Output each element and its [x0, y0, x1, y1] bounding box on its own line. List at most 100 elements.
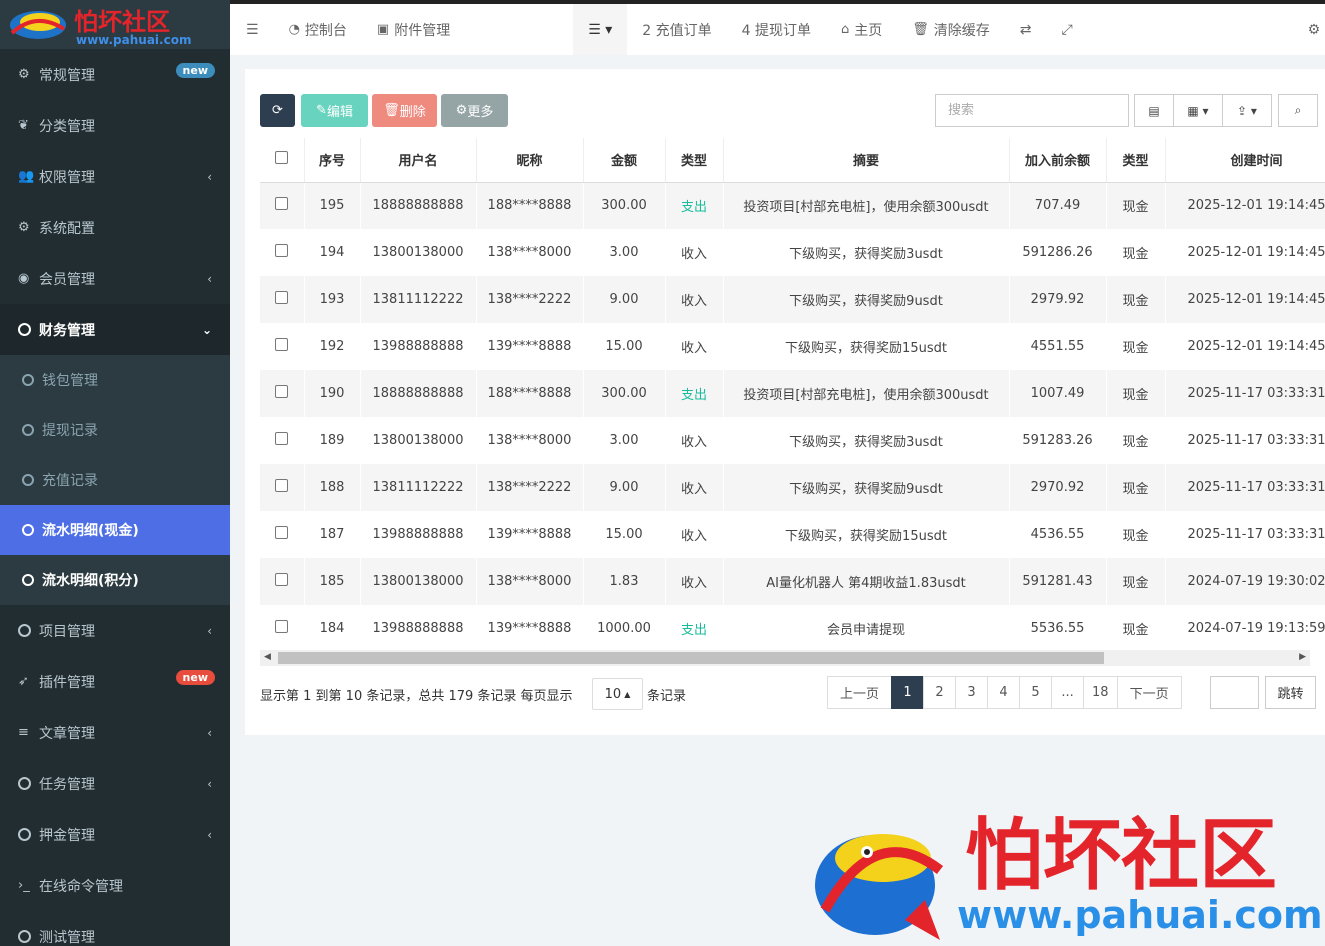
table-row[interactable]: 195 18888888888 188****8888 300.00 支出 投资项目[村部…: [260, 182, 1325, 229]
row-checkbox[interactable]: [275, 479, 289, 492]
column-header[interactable]: 类型: [665, 138, 724, 183]
sidebar-item-7[interactable]: ➶ 插件管理 new: [0, 656, 230, 707]
row-checkbox[interactable]: [275, 338, 289, 351]
select-all-checkbox[interactable]: [275, 151, 289, 165]
sidebar: 怕坏社区 www.pahuai.com ⚙ 常规管理 new ❦ 分类管理 👥 权限管理 ‹ ⚙…: [0, 0, 230, 946]
columns-button[interactable]: ▦ ▾: [1173, 94, 1223, 127]
table-row[interactable]: 189 13800138000 138****8000 3.00 收入 下级购买，获得奖励…: [260, 417, 1325, 464]
row-checkbox[interactable]: [275, 291, 289, 304]
sidebar-item-10[interactable]: 押金管理 ‹: [0, 809, 230, 860]
table-row[interactable]: 194 13800138000 138****8000 3.00 收入 下级购买，获得奖励…: [260, 229, 1325, 276]
row-checkbox-cell[interactable]: [260, 511, 305, 558]
row-checkbox[interactable]: [275, 385, 289, 398]
export-button[interactable]: ⇪ ▾: [1222, 94, 1272, 127]
page-button[interactable]: 4: [987, 676, 1021, 709]
sidebar-item-6[interactable]: 项目管理 ‹: [0, 605, 230, 656]
table-cell: 现金: [1106, 229, 1166, 276]
toggle-view-button[interactable]: ▤: [1134, 94, 1174, 127]
page-button[interactable]: 5: [1019, 676, 1053, 709]
search-button[interactable]: ⌕: [1278, 94, 1318, 127]
delete-button[interactable]: 🗑 删除: [372, 94, 437, 127]
row-checkbox[interactable]: [275, 244, 289, 257]
sidebar-item-9[interactable]: 任务管理 ‹: [0, 758, 230, 809]
row-checkbox[interactable]: [275, 197, 289, 211]
horizontal-scrollbar[interactable]: ◀ ▶: [260, 650, 1310, 666]
row-checkbox-cell[interactable]: [260, 464, 305, 511]
recharge-orders-link[interactable]: 2 充值订单: [627, 4, 726, 55]
sidebar-item-2[interactable]: 👥 权限管理 ‹: [0, 151, 230, 202]
column-header[interactable]: 金额: [583, 138, 666, 183]
scroll-right-icon[interactable]: ▶: [1299, 652, 1306, 662]
scroll-left-icon[interactable]: ◀: [264, 652, 271, 662]
row-checkbox[interactable]: [275, 573, 289, 586]
more-button[interactable]: ⚙ 更多: [441, 94, 508, 127]
row-checkbox-cell[interactable]: [260, 182, 305, 229]
sidebar-item-8[interactable]: ≡ 文章管理 ‹: [0, 707, 230, 758]
submenu-item-3[interactable]: 流水明细(现金): [0, 505, 230, 555]
table-row[interactable]: 185 13800138000 138****8000 1.83 收入 AI量化机器人 第…: [260, 558, 1325, 605]
table-row[interactable]: 184 13988888888 139****8888 1000.00 支出 会员申请提现…: [260, 605, 1325, 650]
refresh-button[interactable]: ⟳: [260, 94, 295, 127]
search-input[interactable]: [935, 94, 1129, 127]
withdraw-orders-link[interactable]: 4 提现订单: [727, 4, 826, 55]
multitab-menu-button[interactable]: ☰ ▾: [573, 4, 628, 55]
row-checkbox-cell[interactable]: [260, 417, 305, 464]
table-row[interactable]: 187 13988888888 139****8888 15.00 收入 下级购买，获得奖…: [260, 511, 1325, 558]
row-checkbox-cell[interactable]: [260, 558, 305, 605]
sidebar-item-5[interactable]: 财务管理 ⌄: [0, 304, 230, 355]
column-header[interactable]: 序号: [304, 138, 361, 183]
table-cell: 现金: [1106, 417, 1166, 464]
sidebar-item-3[interactable]: ⚙ 系统配置: [0, 202, 230, 253]
language-button[interactable]: ⇄: [1005, 4, 1047, 55]
hamburger-icon: ☰: [246, 21, 259, 38]
clear-cache-button[interactable]: 🗑 清除缓存: [897, 4, 1005, 55]
home-link[interactable]: ⌂ 主页: [826, 4, 897, 55]
column-header[interactable]: 创建时间: [1165, 138, 1325, 183]
tab-attachments[interactable]: ▣ 附件管理: [362, 4, 465, 55]
sidebar-item-12[interactable]: 测试管理: [0, 911, 230, 946]
submenu-item-4[interactable]: 流水明细(积分): [0, 555, 230, 605]
page-button[interactable]: ...: [1051, 676, 1085, 709]
sidebar-item-11[interactable]: ›_ 在线命令管理: [0, 860, 230, 911]
row-checkbox[interactable]: [275, 526, 289, 539]
logo[interactable]: 怕坏社区 www.pahuai.com: [0, 0, 230, 49]
row-checkbox-cell[interactable]: [260, 370, 305, 417]
table-row[interactable]: 192 13988888888 139****8888 15.00 收入 下级购买，获得奖…: [260, 323, 1325, 370]
row-checkbox[interactable]: [275, 620, 289, 633]
tab-dashboard[interactable]: ◔ 控制台: [274, 4, 362, 55]
page-size-select[interactable]: 10 ▲: [592, 678, 643, 710]
submenu-item-1[interactable]: 提现记录: [0, 405, 230, 455]
edit-button[interactable]: ✎ 编辑: [301, 94, 368, 127]
sidebar-item-4[interactable]: ◉ 会员管理 ‹: [0, 253, 230, 304]
fullscreen-button[interactable]: ⤢: [1046, 4, 1087, 55]
prev-page-button[interactable]: 上一页: [827, 676, 893, 709]
sidebar-item-1[interactable]: ❦ 分类管理: [0, 100, 230, 151]
column-header[interactable]: 用户名: [360, 138, 477, 183]
column-header[interactable]: 昵称: [476, 138, 584, 183]
page-button[interactable]: 3: [955, 676, 989, 709]
table-row[interactable]: 193 13811112222 138****2222 9.00 收入 下级购买，获得奖励…: [260, 276, 1325, 323]
table-row[interactable]: 190 18888888888 188****8888 300.00 支出 投资项目[村部…: [260, 370, 1325, 417]
table-row[interactable]: 188 13811112222 138****2222 9.00 收入 下级购买，获得奖励…: [260, 464, 1325, 511]
jump-button[interactable]: 跳转: [1265, 676, 1316, 709]
column-header[interactable]: 类型: [1106, 138, 1166, 183]
submenu-item-2[interactable]: 充值记录: [0, 455, 230, 505]
next-page-button[interactable]: 下一页: [1116, 676, 1182, 709]
scrollbar-thumb[interactable]: [278, 652, 1104, 664]
row-checkbox[interactable]: [275, 432, 289, 445]
page-button[interactable]: 2: [923, 676, 957, 709]
sidebar-item-0[interactable]: ⚙ 常规管理 new: [0, 49, 230, 100]
row-checkbox-cell[interactable]: [260, 323, 305, 370]
column-header[interactable]: 摘要: [723, 138, 1010, 183]
submenu-item-0[interactable]: 钱包管理: [0, 355, 230, 405]
row-checkbox-cell[interactable]: [260, 276, 305, 323]
row-checkbox-cell[interactable]: [260, 605, 305, 650]
row-checkbox-cell[interactable]: [260, 229, 305, 276]
page-button[interactable]: 1: [891, 676, 925, 709]
page-button[interactable]: 18: [1083, 676, 1118, 709]
select-all-checkbox-cell[interactable]: [260, 138, 305, 183]
column-header[interactable]: 加入前余额: [1009, 138, 1107, 183]
jump-page-input[interactable]: [1210, 676, 1259, 709]
settings-button[interactable]: ⚙: [1088, 4, 1321, 55]
menu-toggle-button[interactable]: ☰: [230, 4, 274, 55]
